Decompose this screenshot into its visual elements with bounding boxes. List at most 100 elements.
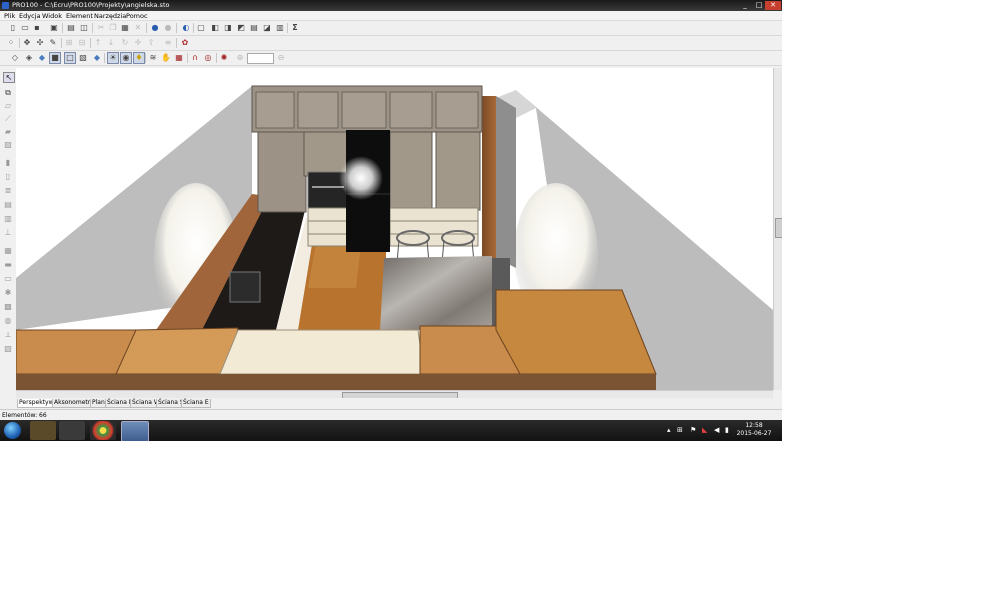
tray-alert-icon[interactable]: ◣ xyxy=(702,426,707,434)
text-icon[interactable]: ▩ xyxy=(3,302,13,311)
dimension-icon[interactable]: ⧉ xyxy=(3,88,13,97)
label-icon[interactable]: ◍ xyxy=(3,316,13,325)
zoom-combo[interactable] xyxy=(247,53,274,64)
texture-icon[interactable]: ▦ xyxy=(174,53,184,63)
menu-widok[interactable]: Widok xyxy=(42,12,62,20)
delete-icon[interactable]: ✕ xyxy=(133,23,143,33)
view-icon[interactable]: ◐ xyxy=(181,23,191,33)
3d-viewport[interactable] xyxy=(16,68,773,390)
drawer-icon[interactable]: ▤ xyxy=(3,200,13,209)
tray-windows-icon[interactable]: ⊞ xyxy=(677,426,683,434)
report-icon[interactable]: ◩ xyxy=(236,23,246,33)
open-icon[interactable]: ▭ xyxy=(20,23,30,33)
menu-narzedzia[interactable]: Narzędzia xyxy=(94,12,126,20)
wall-icon[interactable]: ◈ xyxy=(24,53,34,63)
copy-icon[interactable]: ❐ xyxy=(108,23,118,33)
tray-clock[interactable]: 12:58 2015-06-27 xyxy=(736,422,772,438)
hand-icon[interactable]: ✋ xyxy=(161,53,171,63)
menu-plik[interactable]: Plik xyxy=(4,12,15,20)
export-icon[interactable]: ▢ xyxy=(196,23,206,33)
pencil-icon[interactable]: ✎ xyxy=(48,38,58,48)
tray-volume-icon[interactable]: ◀ xyxy=(714,426,719,434)
minimize-button[interactable]: _ xyxy=(739,1,751,10)
sphere-icon[interactable]: ● xyxy=(163,23,173,33)
start-button[interactable] xyxy=(4,422,21,439)
move-icon[interactable]: ✛ xyxy=(133,38,143,48)
wall-tool-icon[interactable]: ▰ xyxy=(3,127,13,136)
shelf-icon[interactable]: ≣ xyxy=(3,186,13,195)
list-icon[interactable]: ▥ xyxy=(275,23,285,33)
new-icon[interactable]: ▯ xyxy=(8,23,18,33)
zoom-icon[interactable]: ⊖ xyxy=(276,53,286,63)
target-icon[interactable]: ◎ xyxy=(203,53,213,63)
close-button[interactable]: ✕ xyxy=(765,1,781,10)
explorer-icon[interactable] xyxy=(30,421,56,440)
light-icon[interactable]: ☀ xyxy=(107,52,119,64)
tray-arrow-icon[interactable]: ▴ xyxy=(667,426,671,434)
application-window: PRO100 - C:\Ecru\PRO100\Projekty\angiels… xyxy=(0,0,782,441)
render-icon[interactable]: ◨ xyxy=(223,23,233,33)
light-tool-icon[interactable]: ✱ xyxy=(3,288,13,297)
window-icon[interactable]: ▯ xyxy=(3,172,13,181)
distribute-icon[interactable]: ≡ xyxy=(163,38,173,48)
globe-icon[interactable]: ● xyxy=(150,23,160,33)
menu-element[interactable]: Element xyxy=(66,12,93,20)
maximize-button[interactable]: □ xyxy=(753,1,765,10)
pro100-icon[interactable] xyxy=(121,421,149,441)
print-icon[interactable]: ▤ xyxy=(66,23,76,33)
door-icon[interactable]: ▮ xyxy=(3,158,13,167)
ungroup-icon[interactable]: ⊟ xyxy=(77,38,87,48)
plinth-icon[interactable]: ▬ xyxy=(3,260,13,269)
menu-edycja[interactable]: Edycja xyxy=(19,12,40,20)
cut-icon[interactable]: ✂ xyxy=(96,23,106,33)
tray-network-icon[interactable]: ▮ xyxy=(725,426,729,434)
print-preview-icon[interactable]: ◫ xyxy=(79,23,89,33)
leg-icon[interactable]: ⊥ xyxy=(3,228,13,237)
magnet-icon[interactable]: ∩ xyxy=(190,53,200,63)
box-tool-icon[interactable]: ▱ xyxy=(3,101,13,110)
import-icon[interactable]: ◧ xyxy=(210,23,220,33)
lift-icon[interactable]: ⇧ xyxy=(146,38,156,48)
camera-icon[interactable]: ◉ xyxy=(120,52,132,64)
paste-icon[interactable]: ▦ xyxy=(120,23,130,33)
measure-icon[interactable]: ⟂ xyxy=(3,330,13,339)
transparent-icon[interactable]: ◆ xyxy=(92,53,102,63)
media-player-icon[interactable] xyxy=(59,421,85,440)
menu-pomoc[interactable]: Pomoc xyxy=(126,12,148,20)
snap-icon[interactable]: ✺ xyxy=(219,53,229,63)
lamp-icon[interactable]: ♦ xyxy=(133,52,145,64)
group-icon[interactable]: ⊞ xyxy=(64,38,74,48)
solid-icon[interactable]: ■ xyxy=(49,52,61,64)
section-icon[interactable]: ▧ xyxy=(3,344,13,353)
wireframe-icon[interactable]: □ xyxy=(64,52,76,64)
settings-icon[interactable]: ✿ xyxy=(180,38,190,48)
tray-flag-icon[interactable]: ⚑ xyxy=(690,426,696,434)
stairs-icon[interactable]: ≋ xyxy=(148,53,158,63)
align-icon[interactable]: ✥ xyxy=(22,38,32,48)
grid-icon[interactable]: ⁘ xyxy=(6,38,16,48)
vertical-scrollbar[interactable] xyxy=(773,68,782,390)
quote-icon[interactable]: ◪ xyxy=(262,23,272,33)
sum-icon[interactable]: Σ xyxy=(290,23,300,33)
room-icon[interactable]: ▨ xyxy=(3,140,13,149)
line-icon[interactable]: ⟋ xyxy=(3,114,13,123)
box-icon[interactable]: ◇ xyxy=(10,53,20,63)
cornice-icon[interactable]: ▭ xyxy=(3,274,13,283)
chrome-icon[interactable] xyxy=(90,421,116,440)
vertical-scroll-thumb[interactable] xyxy=(775,218,782,238)
move-up-icon[interactable]: ↑ xyxy=(93,38,103,48)
move-down-icon[interactable]: ↓ xyxy=(106,38,116,48)
shade-icon[interactable]: ◆ xyxy=(37,53,47,63)
select-icon[interactable]: ↖ xyxy=(3,72,15,83)
zoom-in-icon[interactable]: ⊕ xyxy=(235,53,245,63)
tab-sciana-e[interactable]: Ściana E xyxy=(181,399,211,408)
textured-icon[interactable]: ▧ xyxy=(78,53,88,63)
cabinet-base xyxy=(16,374,656,390)
panel-icon[interactable]: ▦ xyxy=(3,246,13,255)
save-as-icon[interactable]: ▣ xyxy=(49,23,59,33)
rotate-cw-icon[interactable]: ↻ xyxy=(120,38,130,48)
handle-icon[interactable]: ▥ xyxy=(3,214,13,223)
rotate-icon[interactable]: ✣ xyxy=(35,38,45,48)
printer-icon[interactable]: ▤ xyxy=(249,23,259,33)
save-icon[interactable]: ▪ xyxy=(32,23,42,33)
